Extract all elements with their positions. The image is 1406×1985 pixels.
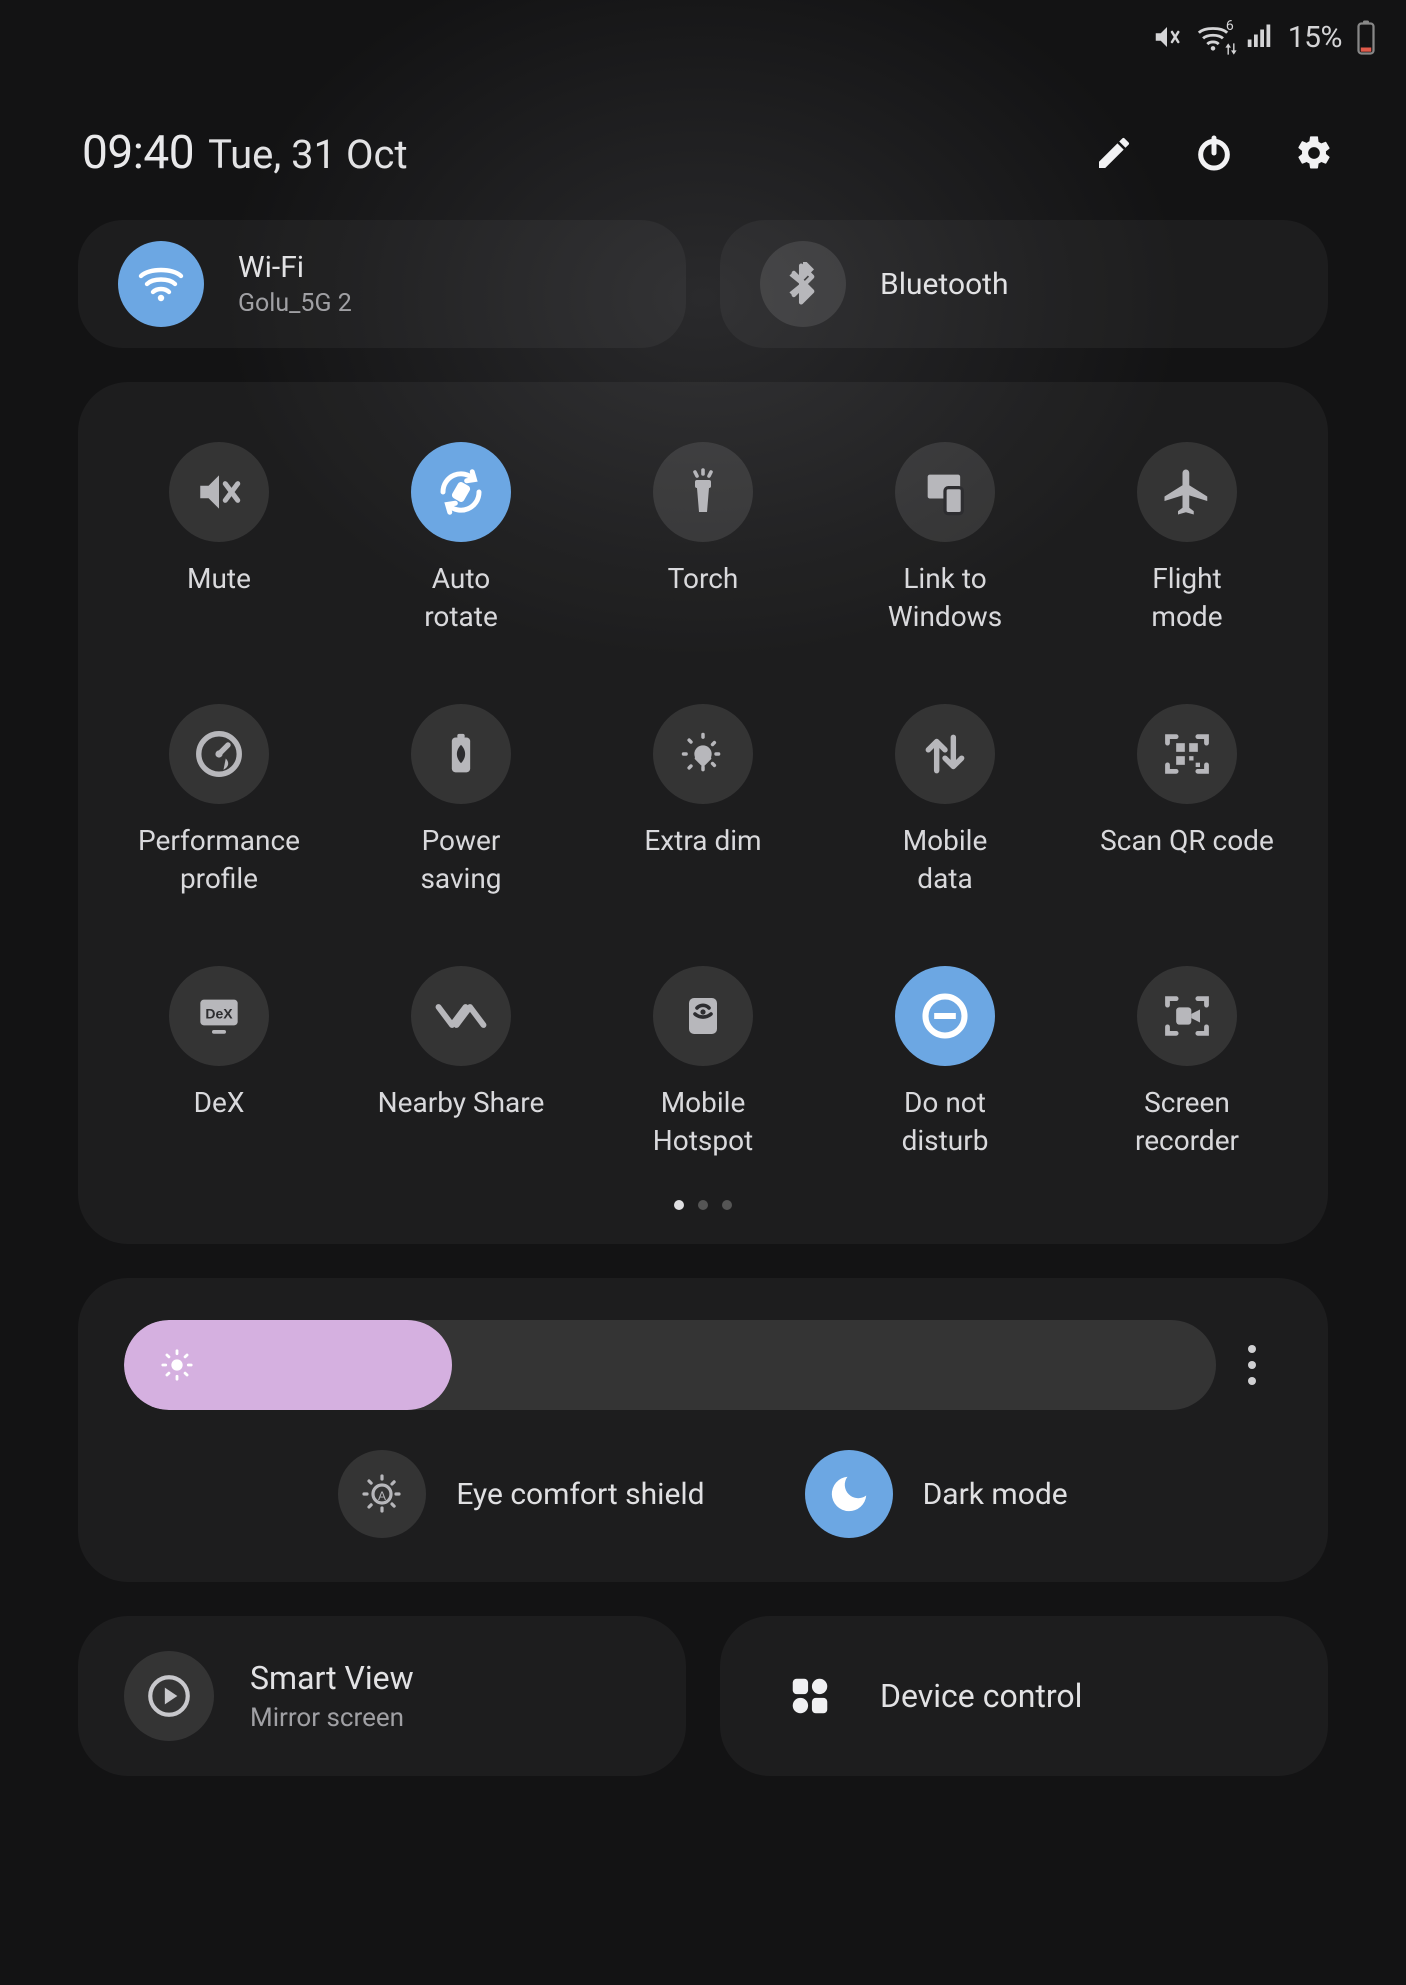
qs-tile-nearby-share[interactable]: Nearby Share bbox=[340, 966, 582, 1160]
brightness-panel: A Eye comfort shield Dark mode bbox=[78, 1278, 1328, 1582]
status-bar: 6 15% bbox=[0, 0, 1406, 60]
scan-qr-icon bbox=[1137, 704, 1237, 804]
wifi-status-icon: 6 bbox=[1196, 22, 1230, 52]
qs-tile-label: Powersaving bbox=[414, 822, 507, 898]
dnd-icon bbox=[895, 966, 995, 1066]
settings-button[interactable] bbox=[1294, 133, 1334, 173]
mute-icon bbox=[169, 442, 269, 542]
device-control-pill[interactable]: Device control bbox=[720, 1616, 1328, 1776]
qs-tile-label: Flightmode bbox=[1145, 560, 1228, 636]
qs-tile-mute[interactable]: Mute bbox=[98, 442, 340, 636]
qs-tile-torch[interactable]: Torch bbox=[582, 442, 824, 636]
qs-tile-label: Link toWindows bbox=[882, 560, 1008, 636]
eye-comfort-icon: A bbox=[338, 1450, 426, 1538]
qs-tile-mobile-data[interactable]: Mobiledata bbox=[824, 704, 1066, 898]
more-vertical-icon bbox=[1248, 1345, 1256, 1385]
qs-tile-label: Screenrecorder bbox=[1129, 1084, 1245, 1160]
screen-rec-icon bbox=[1137, 966, 1237, 1066]
qs-tile-extra-dim[interactable]: Extra dim bbox=[582, 704, 824, 898]
qs-tile-label: MobileHotspot bbox=[647, 1084, 759, 1160]
bluetooth-pill[interactable]: Bluetooth bbox=[720, 220, 1328, 348]
qs-tile-label: Extra dim bbox=[638, 822, 767, 860]
eye-comfort-label: Eye comfort shield bbox=[456, 1477, 704, 1512]
clock-time: 09:40 bbox=[82, 126, 194, 180]
qs-tile-label: Autorotate bbox=[418, 560, 504, 636]
wifi-band-badge: 6 bbox=[1226, 18, 1234, 34]
page-dot[interactable] bbox=[674, 1200, 684, 1210]
nearby-share-icon bbox=[411, 966, 511, 1066]
power-button[interactable] bbox=[1194, 133, 1234, 173]
qs-tile-perf-profile[interactable]: Performanceprofile bbox=[98, 704, 340, 898]
page-dot[interactable] bbox=[722, 1200, 732, 1210]
wifi-arrows-icon bbox=[1224, 42, 1238, 56]
page-indicator[interactable] bbox=[98, 1200, 1308, 1210]
qs-tile-label: DeX bbox=[188, 1084, 251, 1122]
qs-tile-label: Mute bbox=[181, 560, 257, 598]
qs-tile-label: Performanceprofile bbox=[132, 822, 306, 898]
battery-percent-label: 15% bbox=[1288, 20, 1342, 55]
qs-tile-flight-mode[interactable]: Flightmode bbox=[1066, 442, 1308, 636]
quick-settings-panel: Mute Autorotate Torch Link toWindows Flightm… bbox=[78, 382, 1328, 1244]
brightness-slider[interactable] bbox=[124, 1320, 1216, 1410]
clock-date: Tue, 31 Oct bbox=[208, 131, 408, 178]
smart-view-subtitle: Mirror screen bbox=[250, 1703, 414, 1733]
qs-tile-screen-rec[interactable]: Screenrecorder bbox=[1066, 966, 1308, 1160]
dark-mode-toggle[interactable]: Dark mode bbox=[805, 1450, 1068, 1538]
svg-text:DeX: DeX bbox=[205, 1005, 233, 1021]
brightness-icon bbox=[160, 1348, 194, 1382]
dark-mode-label: Dark mode bbox=[923, 1477, 1068, 1512]
wifi-title: Wi-Fi bbox=[238, 250, 352, 285]
page-dot[interactable] bbox=[698, 1200, 708, 1210]
device-control-icon bbox=[780, 1673, 840, 1719]
svg-text:A: A bbox=[378, 1489, 386, 1503]
qs-tile-link-windows[interactable]: Link toWindows bbox=[824, 442, 1066, 636]
qs-tile-label: Mobiledata bbox=[897, 822, 994, 898]
mute-status-icon bbox=[1152, 22, 1182, 52]
header: 09:40 Tue, 31 Oct bbox=[0, 60, 1406, 210]
bluetooth-title: Bluetooth bbox=[880, 267, 1009, 302]
torch-icon bbox=[653, 442, 753, 542]
wifi-pill[interactable]: Wi-Fi Golu_5G 2 bbox=[78, 220, 686, 348]
hotspot-icon bbox=[653, 966, 753, 1066]
smart-view-icon bbox=[124, 1651, 214, 1741]
brightness-more-button[interactable] bbox=[1222, 1345, 1282, 1385]
link-windows-icon bbox=[895, 442, 995, 542]
cellular-status-icon bbox=[1244, 22, 1274, 52]
time-and-date[interactable]: 09:40 Tue, 31 Oct bbox=[82, 126, 408, 180]
qs-tile-dnd[interactable]: Do notdisturb bbox=[824, 966, 1066, 1160]
device-control-title: Device control bbox=[880, 1677, 1082, 1715]
qs-tile-label: Do notdisturb bbox=[896, 1084, 995, 1160]
mobile-data-icon bbox=[895, 704, 995, 804]
qs-tile-label: Nearby Share bbox=[372, 1084, 551, 1122]
battery-icon bbox=[1356, 19, 1376, 55]
qs-tile-label: Scan QR code bbox=[1094, 822, 1280, 860]
flight-mode-icon bbox=[1137, 442, 1237, 542]
qs-tile-power-saving[interactable]: Powersaving bbox=[340, 704, 582, 898]
power-saving-icon bbox=[411, 704, 511, 804]
qs-tile-label: Torch bbox=[662, 560, 745, 598]
qs-tile-auto-rotate[interactable]: Autorotate bbox=[340, 442, 582, 636]
dark-mode-icon bbox=[805, 1450, 893, 1538]
smart-view-title: Smart View bbox=[250, 1659, 414, 1697]
extra-dim-icon bbox=[653, 704, 753, 804]
qs-tile-hotspot[interactable]: MobileHotspot bbox=[582, 966, 824, 1160]
auto-rotate-icon bbox=[411, 442, 511, 542]
edit-button[interactable] bbox=[1094, 133, 1134, 173]
wifi-icon bbox=[118, 241, 204, 327]
wifi-network-name: Golu_5G 2 bbox=[238, 289, 352, 318]
qs-tile-scan-qr[interactable]: Scan QR code bbox=[1066, 704, 1308, 898]
bluetooth-icon bbox=[760, 241, 846, 327]
smart-view-pill[interactable]: Smart View Mirror screen bbox=[78, 1616, 686, 1776]
dex-icon: DeX bbox=[169, 966, 269, 1066]
eye-comfort-toggle[interactable]: A Eye comfort shield bbox=[338, 1450, 704, 1538]
perf-profile-icon bbox=[169, 704, 269, 804]
qs-tile-dex[interactable]: DeX DeX bbox=[98, 966, 340, 1160]
